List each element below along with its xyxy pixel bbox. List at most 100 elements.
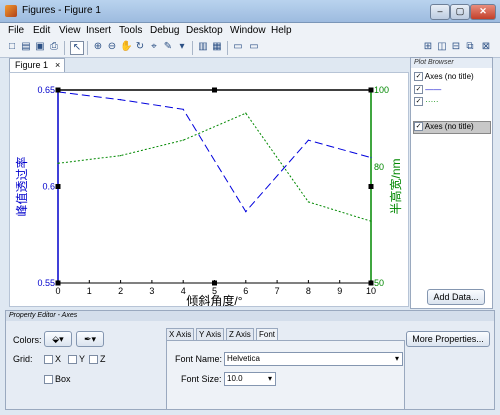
colorbar-icon[interactable]: ▥: [197, 41, 209, 53]
plot-browser-title: Plot Browser: [411, 58, 492, 68]
legend-icon[interactable]: ▦: [211, 41, 223, 53]
grid-x-label: X: [55, 354, 62, 364]
selection-handle: [212, 87, 217, 93]
selection-handle: [55, 184, 61, 189]
zoom-in-icon[interactable]: ⊕: [92, 41, 104, 53]
figure-tab-label: Figure 1: [15, 60, 49, 70]
show-plot-tools-icon[interactable]: ▭: [248, 41, 260, 53]
chevron-down-icon: ▾: [394, 354, 399, 363]
line-checkbox[interactable]: ✓: [414, 97, 423, 107]
selection-handle: [368, 87, 374, 93]
hide-plot-tools-icon[interactable]: ▭: [232, 41, 244, 53]
grid-z-checkbox[interactable]: [89, 355, 98, 364]
selection-handle: [212, 280, 217, 286]
data-cursor-icon[interactable]: ⌖: [148, 41, 160, 53]
x-tick-label: 3: [149, 286, 154, 296]
new-figure-icon[interactable]: □: [6, 41, 18, 53]
line-item-label: ·····: [425, 97, 439, 106]
tab-figure-1[interactable]: Figure 1 ×: [9, 58, 65, 73]
axes-checkbox[interactable]: ✓: [414, 122, 423, 132]
font-name-select[interactable]: Helvetica ▾: [224, 352, 403, 366]
toolbar-divider: [87, 41, 88, 55]
zoom-out-icon[interactable]: ⊖: [106, 41, 118, 53]
font-size-select[interactable]: 10.0 ▾: [224, 372, 276, 386]
selection-handle: [55, 87, 61, 93]
plot-browser-line-item[interactable]: ✓ ·····: [414, 97, 439, 107]
tile-grid-icon[interactable]: ⊞: [422, 41, 434, 53]
line-checkbox[interactable]: ✓: [414, 85, 423, 95]
box-label: Box: [55, 374, 71, 384]
menu-file[interactable]: File: [8, 25, 24, 36]
fwhm-point: [120, 155, 122, 157]
fwhm-point: [57, 162, 59, 164]
box-checkbox[interactable]: [44, 375, 53, 384]
selected-axes-label: Axes (no title): [424, 122, 474, 131]
right-y-tick-label: 50: [374, 278, 384, 288]
font-size-label: Font Size:: [181, 374, 222, 384]
menu-bar: File Edit View Insert Tools Debug Deskto…: [0, 23, 500, 39]
close-button[interactable]: ✕: [470, 4, 496, 20]
fwhm-line: [57, 112, 372, 222]
edge-color-button[interactable]: ✒▾: [76, 331, 104, 347]
brush-icon[interactable]: ✎: [162, 41, 174, 53]
close-tab-icon[interactable]: ×: [55, 60, 60, 70]
link-icon[interactable]: ▾: [176, 41, 188, 53]
menu-desktop[interactable]: Desktop: [186, 25, 223, 36]
line-chart[interactable]: 0 1 2 3 4 5 6 7 8 9 100.550.60.655080100倾斜角度/°峰值透过…: [10, 73, 408, 308]
pan-hand-icon[interactable]: ✋: [120, 41, 132, 53]
property-editor-title-text: Property Editor - Axes: [9, 312, 78, 319]
left-y-axis-label: 峰值透过率: [14, 156, 29, 216]
menu-help[interactable]: Help: [271, 25, 292, 36]
float-icon[interactable]: ⧉: [464, 41, 476, 53]
grid-y-label: Y: [79, 354, 86, 364]
tile-rows-icon[interactable]: ⊟: [450, 41, 462, 53]
property-editor-panel: Property Editor - Axes Colors: ⬙▾ ✒▾ Gri…: [5, 310, 495, 410]
plot-browser-line-item[interactable]: ✓ ——: [414, 85, 441, 95]
peak-transmittance-line: [57, 91, 372, 213]
menu-insert[interactable]: Insert: [86, 25, 111, 36]
right-y-tick-label: 100: [374, 85, 389, 95]
plot-browser-title-text: Plot Browser: [414, 59, 454, 66]
chevron-down-icon: ▾: [267, 374, 272, 383]
tile-columns-icon[interactable]: ◫: [436, 41, 448, 53]
more-properties-button[interactable]: More Properties...: [406, 331, 490, 347]
x-tick-label: 7: [275, 286, 280, 296]
left-y-tick-label: 0.55: [37, 278, 55, 288]
plot-browser-selected-axes[interactable]: ✓ Axes (no title): [413, 121, 491, 134]
menu-window[interactable]: Window: [230, 25, 266, 36]
grid-x-checkbox[interactable]: [44, 355, 53, 364]
add-data-button[interactable]: Add Data...: [427, 289, 485, 305]
left-y-tick-label: 0.6: [42, 182, 55, 192]
toolbar-divider: [192, 41, 193, 55]
figure-canvas[interactable]: 0 1 2 3 4 5 6 7 8 9 10 0.55 0.6 0.65 50 80 100 倾斜角度/° 峰值透过…: [9, 72, 409, 308]
axes-checkbox[interactable]: ✓: [414, 72, 423, 82]
maximize-button[interactable]: ▢: [450, 4, 470, 20]
menu-view[interactable]: View: [59, 25, 81, 36]
axes-item-label: Axes (no title): [424, 72, 474, 81]
save-icon[interactable]: ▣: [34, 41, 46, 53]
x-tick-label: 9: [337, 286, 342, 296]
print-icon[interactable]: ⎙: [48, 41, 60, 53]
rotate-3d-icon[interactable]: ↻: [134, 41, 146, 53]
fwhm-point: [370, 220, 372, 222]
grid-z-label: Z: [100, 354, 106, 364]
fwhm-point: [307, 201, 309, 203]
dock-icon[interactable]: ⊠: [480, 41, 492, 53]
right-y-axis-label: 半高宽/nm: [388, 158, 403, 214]
grid-y-checkbox[interactable]: [68, 355, 77, 364]
selection-handle: [368, 184, 374, 189]
edit-plot-arrow-icon[interactable]: ↖: [70, 41, 84, 55]
plot-browser-axes-item[interactable]: ✓ Axes (no title): [414, 72, 474, 82]
plot-browser-panel: Plot Browser ✓ Axes (no title) ✓ —— ✓ ··…: [410, 57, 493, 309]
toolbar-divider: [227, 41, 228, 55]
pen-icon: ✒▾: [83, 334, 97, 344]
x-tick-label: 6: [243, 286, 248, 296]
face-color-button[interactable]: ⬙▾: [44, 331, 72, 347]
menu-edit[interactable]: Edit: [33, 25, 50, 36]
minimize-button[interactable]: –: [430, 4, 450, 20]
font-tab-panel: Font Name: Helvetica ▾ Font Size: 10.0 ▾: [166, 340, 405, 410]
open-file-icon[interactable]: ▤: [20, 41, 32, 53]
fwhm-point: [245, 112, 247, 114]
menu-debug[interactable]: Debug: [150, 25, 179, 36]
menu-tools[interactable]: Tools: [119, 25, 142, 36]
